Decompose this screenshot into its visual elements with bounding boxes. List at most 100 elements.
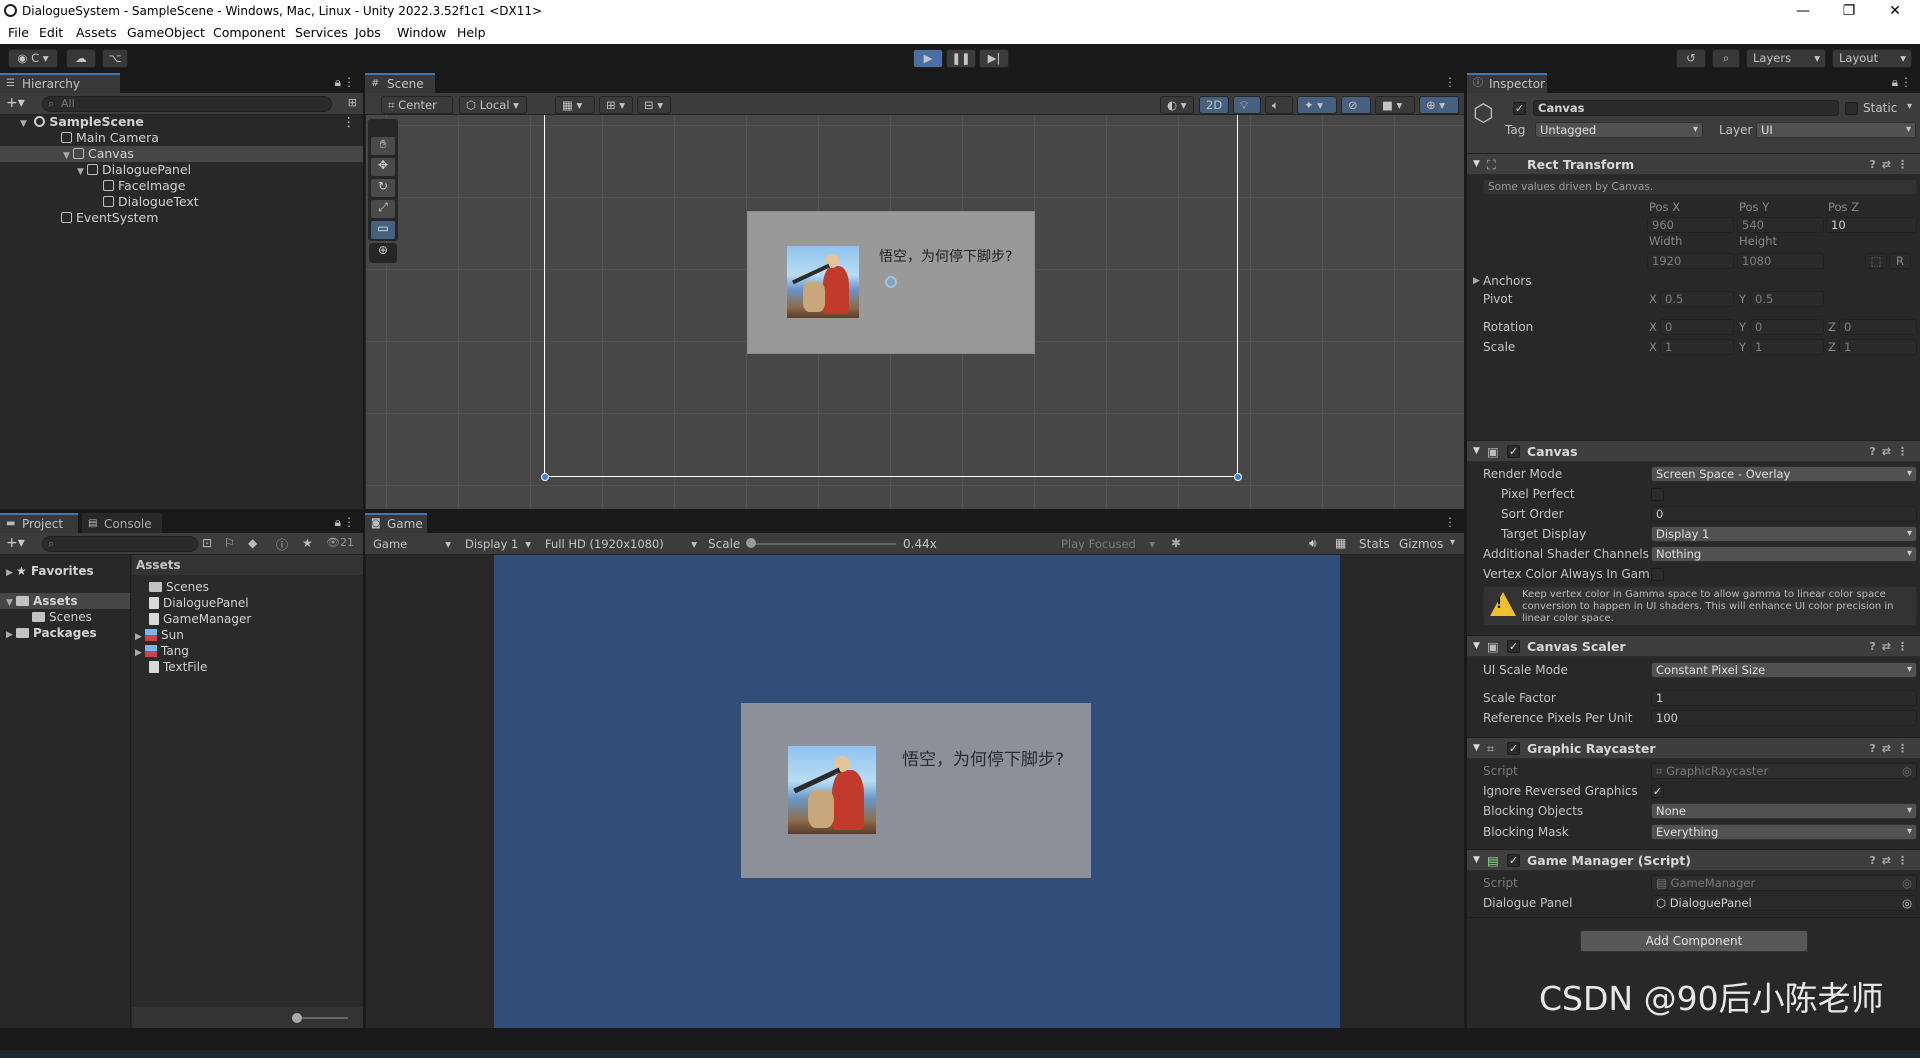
audio-toggle[interactable]: 🔈︎ (1265, 96, 1293, 114)
posx-field[interactable]: 960 (1647, 217, 1734, 233)
menu-window[interactable]: Window (397, 22, 446, 43)
tree-item-samplescene[interactable]: ▼ SampleScene ⋮ (0, 114, 363, 130)
cloud-button[interactable]: ☁ (66, 49, 96, 68)
history-button[interactable]: ↺ (1676, 49, 1706, 68)
resolution-dropdown[interactable]: Full HD (1920x1080) ▾ (539, 536, 701, 554)
ignore-reversed-checkbox[interactable]: ✓ (1651, 785, 1664, 798)
display-dropdown[interactable]: Display 1 ▾ (459, 536, 535, 554)
project-search-input[interactable]: ⌕ (42, 536, 198, 552)
menu-component[interactable]: Component (213, 22, 286, 43)
posy-field[interactable]: 540 (1737, 217, 1824, 233)
scale-tool-icon[interactable]: ⤢ (371, 200, 395, 218)
filter-icon[interactable]: ⊞ (348, 96, 357, 109)
search-button[interactable]: ⌕ (1712, 49, 1740, 68)
tree-item-canvas[interactable]: ▼ Canvas (0, 146, 363, 162)
component-menu-icons[interactable]: ?⇄⋮ (1869, 154, 1914, 175)
move-tool-icon[interactable]: ✥ (371, 158, 395, 176)
gizmos-button[interactable]: Gizmos (1399, 537, 1443, 551)
pause-button[interactable]: ❚❚ (946, 49, 976, 68)
tab-scene[interactable]: # Scene (365, 73, 435, 93)
tree-item-faceimage[interactable]: FaceImage (0, 178, 363, 194)
posz-field[interactable]: 10 (1826, 217, 1917, 233)
asset-item[interactable]: DialoguePanel (132, 595, 363, 611)
ref-ppu-field[interactable]: 100 (1651, 710, 1917, 726)
game-mode-dropdown[interactable]: Game ▾ (367, 536, 455, 554)
rect-transform-header[interactable]: ▼ ⛶ Rect Transform ?⇄⋮ (1467, 153, 1920, 175)
tag-dropdown[interactable]: Untagged (1535, 122, 1703, 138)
blocking-objects-dropdown[interactable]: None (1651, 803, 1917, 819)
pivot-y-field[interactable]: 0.5 (1750, 291, 1824, 307)
snap-increment-dropdown[interactable]: ⊞ ▾ (599, 96, 633, 114)
rect-tool-icon[interactable]: ▭ (371, 221, 395, 239)
account-dropdown[interactable]: ◉ C ▾ (8, 49, 58, 68)
tab-console[interactable]: ▤ Console (82, 513, 162, 533)
scale-slider-thumb[interactable] (746, 538, 756, 548)
more-menu-icon[interactable]: ⋮ (1444, 515, 1456, 529)
expand-arrow-icon[interactable]: ▶ (6, 565, 16, 581)
tab-project[interactable]: ▬ Project (0, 513, 78, 533)
bug-icon[interactable]: ✱ (1171, 536, 1181, 550)
restore-button[interactable]: ❐ (1826, 0, 1872, 22)
play-focused-dropdown[interactable]: Play Focused ▾ (1055, 536, 1159, 554)
pivot-x-field[interactable]: 0.5 (1660, 291, 1734, 307)
menu-gameobject[interactable]: GameObject (127, 22, 205, 43)
more-menu-icon[interactable]: ⋮ (343, 515, 355, 529)
add-icon[interactable]: +▾ (6, 95, 25, 111)
rotation-y-field[interactable]: 0 (1750, 319, 1824, 335)
more-menu-icon[interactable]: ⋮ (343, 114, 356, 130)
scale-factor-field[interactable]: 1 (1651, 690, 1917, 706)
camera-dropdown[interactable]: ■ ▾ (1375, 96, 1415, 114)
target-display-dropdown[interactable]: Display 1 (1651, 526, 1917, 542)
tree-item-favorites[interactable]: ▶ ★ Favorites (0, 563, 130, 579)
tab-hierarchy[interactable]: ☰ Hierarchy (0, 73, 120, 93)
object-picker-icon[interactable]: ◎ (1902, 896, 1912, 910)
canvas-component-header[interactable]: ▼ ▣ ✓ Canvas ?⇄⋮ (1467, 440, 1920, 462)
collapse-arrow-icon[interactable]: ▼ (1473, 441, 1480, 462)
transform-tool-icon[interactable]: ⊕ (369, 243, 397, 263)
menu-file[interactable]: File (8, 22, 29, 43)
layer-dropdown[interactable]: UI (1756, 122, 1916, 138)
tab-inspector[interactable]: ⓘ Inspector (1467, 73, 1547, 93)
menu-services[interactable]: Services (295, 22, 348, 43)
collapse-arrow-icon[interactable]: ▼ (1473, 154, 1480, 175)
minimize-button[interactable]: — (1780, 0, 1826, 22)
hand-tool-icon[interactable]: ✋︎ (371, 137, 395, 155)
scene-viewport[interactable]: ✋︎ ✥ ↻ ⤢ ▭ ⊕ 悟空，为何停下脚步? (366, 115, 1464, 509)
collapse-arrow-icon[interactable]: ▼ (1473, 850, 1480, 871)
width-field[interactable]: 1920 (1647, 253, 1734, 269)
sort-order-field[interactable]: 0 (1651, 506, 1917, 522)
tree-item-packages[interactable]: ▶ Packages (0, 625, 130, 641)
lock-icon[interactable]: 🔒︎ (335, 515, 341, 530)
play-button[interactable]: ▶ (913, 49, 943, 68)
close-button[interactable]: ✕ (1872, 0, 1918, 22)
component-enabled-checkbox[interactable]: ✓ (1507, 640, 1520, 653)
add-icon[interactable]: +▾ (6, 535, 25, 551)
step-button[interactable]: ▶| (979, 49, 1009, 68)
tab-game[interactable]: ◙ Game (365, 513, 427, 533)
draw-mode-dropdown[interactable]: ◐ ▾ (1160, 96, 1194, 114)
chevron-down-icon[interactable]: ▾ (1907, 101, 1912, 112)
pivot-handle[interactable] (885, 276, 897, 288)
blueprint-mode-button[interactable]: ⬚ (1865, 253, 1887, 269)
effects-dropdown[interactable]: ✦ ▾ (1297, 96, 1337, 114)
game-manager-header[interactable]: ▼ ▤ ✓ Game Manager (Script) ?⇄⋮ (1467, 849, 1920, 871)
star-icon[interactable]: ★ (302, 536, 313, 550)
game-screen[interactable]: 悟空，为何停下脚步? (494, 555, 1340, 1028)
pivot-space-dropdown[interactable]: ⬡ Local ▾ (459, 96, 527, 114)
layout-dropdown[interactable]: Layout ▾ (1832, 49, 1912, 68)
pixel-perfect-checkbox[interactable] (1651, 488, 1664, 501)
canvas-scaler-header[interactable]: ▼ ▣ ✓ Canvas Scaler ?⇄⋮ (1467, 635, 1920, 657)
asset-item[interactable]: ▶ Tang (132, 643, 363, 659)
scene-visibility-toggle[interactable]: ⊘ (1341, 96, 1371, 114)
asset-item[interactable]: Scenes (132, 579, 363, 595)
tree-item-dialoguetext[interactable]: DialogueText (0, 194, 363, 210)
add-component-button[interactable]: Add Component (1580, 930, 1808, 952)
dialogue-panel-field[interactable]: ⬡ DialoguePanel ◎ (1651, 895, 1917, 911)
rect-handle[interactable] (541, 473, 549, 481)
menu-help[interactable]: Help (457, 22, 486, 43)
search-by-label-icon[interactable]: ⚐ (224, 536, 235, 550)
chevron-down-icon[interactable]: ▾ (1450, 537, 1455, 548)
anchors-row[interactable]: ▶ Anchors (1467, 272, 1920, 290)
object-name-field[interactable]: Canvas (1533, 100, 1839, 116)
toggle-2d-button[interactable]: 2D (1199, 96, 1229, 114)
